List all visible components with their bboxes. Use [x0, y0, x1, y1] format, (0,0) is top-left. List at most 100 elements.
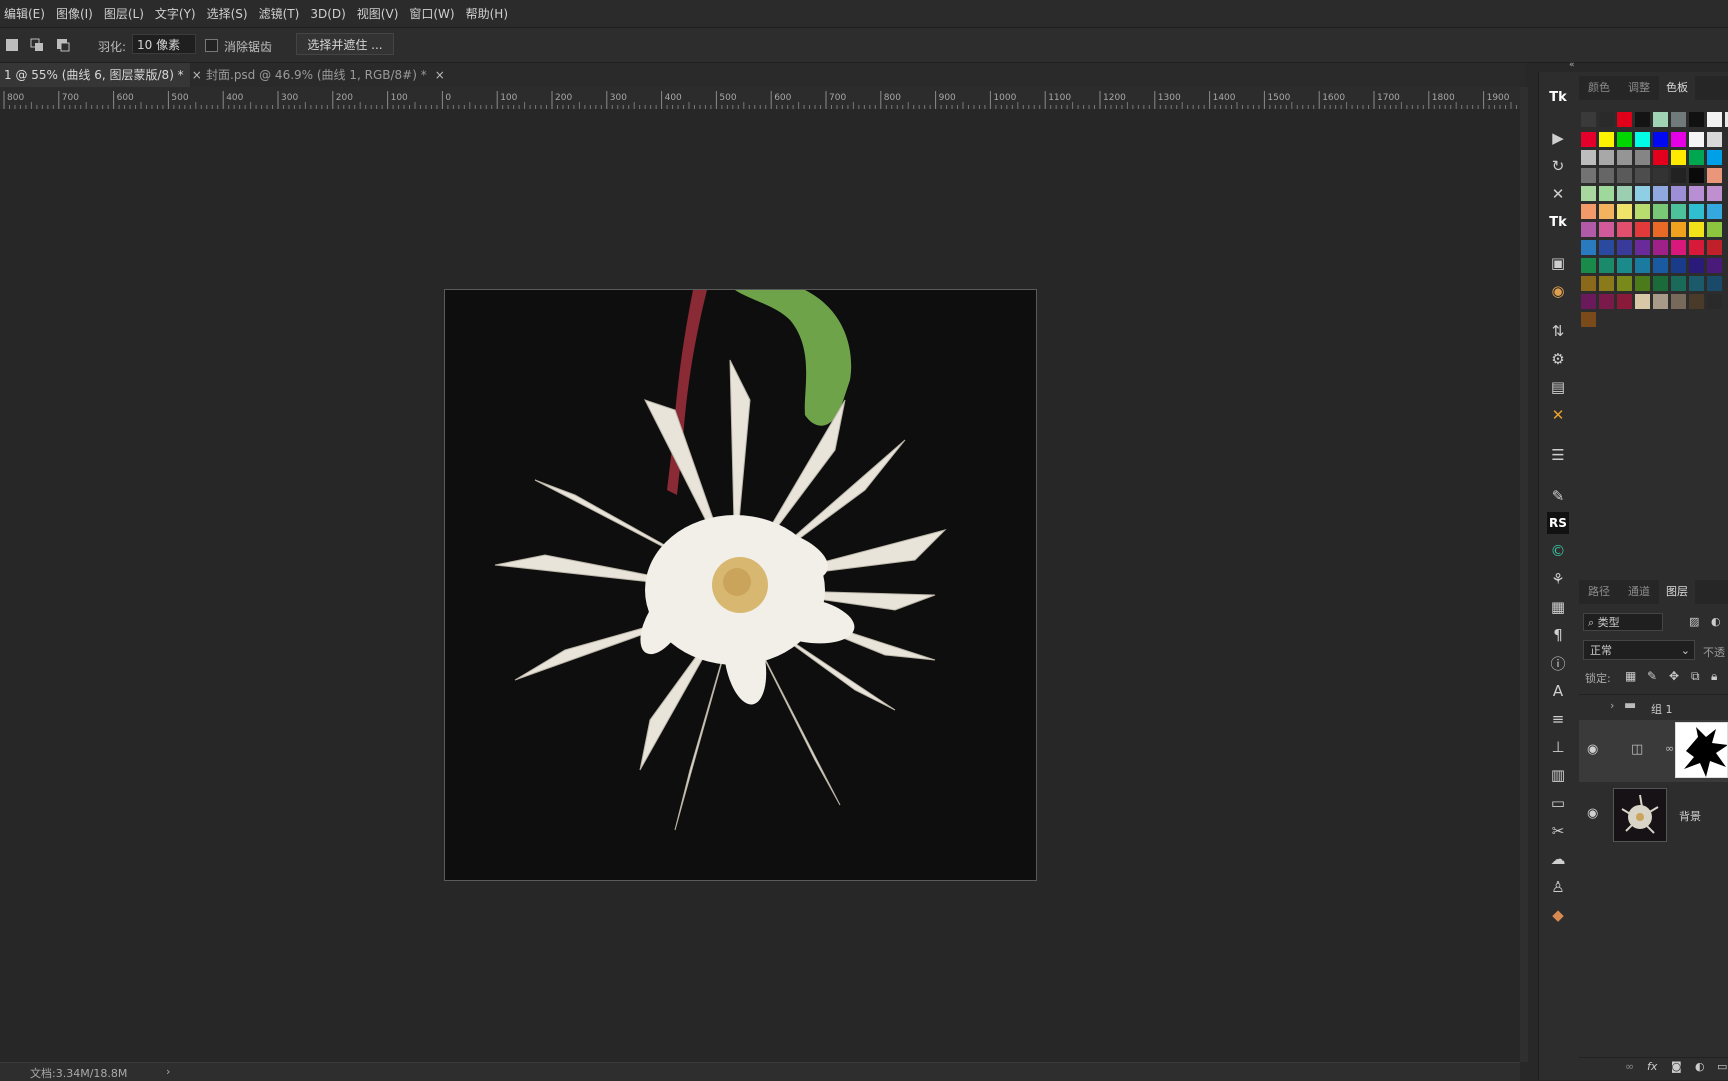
- tools-cross-icon[interactable]: ✕: [1547, 404, 1569, 426]
- new-group-icon[interactable]: ▭: [1717, 1060, 1727, 1073]
- color-swatch[interactable]: [1653, 294, 1668, 309]
- link-icon[interactable]: ∞: [1665, 742, 1674, 755]
- stamp-2-icon[interactable]: ⊥: [1547, 736, 1569, 758]
- cloud-icon[interactable]: ☁: [1547, 848, 1569, 870]
- close-icon[interactable]: ×: [192, 68, 202, 82]
- menu-filter[interactable]: 滤镜(T): [255, 5, 307, 22]
- layer-row-background[interactable]: ◉ 背景: [1579, 784, 1728, 846]
- color-swatch[interactable]: [1617, 258, 1632, 273]
- color-swatch[interactable]: [1653, 168, 1668, 183]
- color-swatch[interactable]: [1581, 258, 1596, 273]
- color-swatch[interactable]: [1689, 240, 1704, 255]
- color-swatch[interactable]: [1617, 150, 1632, 165]
- color-swatch[interactable]: [1617, 186, 1632, 201]
- color-swatch[interactable]: [1599, 258, 1614, 273]
- menu-edit[interactable]: 编辑(E): [0, 5, 52, 22]
- tk-icon[interactable]: Tk: [1547, 86, 1569, 108]
- layer-row-group[interactable]: › ▬ 组 1: [1579, 694, 1728, 721]
- sliders-icon[interactable]: ☰: [1547, 444, 1569, 466]
- image-filter-icon[interactable]: ▨: [1689, 615, 1699, 628]
- text-icon[interactable]: A: [1547, 680, 1569, 702]
- chevron-right-icon[interactable]: ›: [1610, 699, 1614, 712]
- color-swatch[interactable]: [1581, 294, 1596, 309]
- color-swatch[interactable]: [1599, 294, 1614, 309]
- color-swatch[interactable]: [1581, 222, 1596, 237]
- new-selection-icon[interactable]: [5, 38, 19, 52]
- tab-swatches[interactable]: 色板: [1659, 76, 1695, 100]
- color-swatch[interactable]: [1689, 168, 1704, 183]
- color-swatch[interactable]: [1689, 204, 1704, 219]
- color-swatch[interactable]: [1599, 112, 1614, 127]
- color-swatch[interactable]: [1707, 168, 1722, 183]
- play-icon[interactable]: ▶: [1547, 127, 1569, 149]
- menu-window[interactable]: 窗口(W): [405, 5, 461, 22]
- layout-icon[interactable]: ▥: [1547, 764, 1569, 786]
- link-layers-icon[interactable]: ∞: [1625, 1060, 1634, 1073]
- layer-filter-select[interactable]: ⌕ 类型: [1583, 613, 1663, 631]
- color-swatch[interactable]: [1653, 186, 1668, 201]
- tk-icon-2[interactable]: Tk: [1547, 211, 1569, 233]
- color-swatch[interactable]: [1635, 222, 1650, 237]
- document-image[interactable]: [444, 289, 1037, 881]
- color-swatch[interactable]: [1635, 112, 1650, 127]
- color-swatch[interactable]: [1671, 168, 1686, 183]
- color-swatch[interactable]: [1635, 276, 1650, 291]
- gear-sprite-icon[interactable]: ⚙: [1547, 348, 1569, 370]
- notes-icon[interactable]: ▭: [1547, 792, 1569, 814]
- color-swatch[interactable]: [1635, 150, 1650, 165]
- transform-icon[interactable]: ⇅: [1547, 320, 1569, 342]
- color-swatch[interactable]: [1635, 132, 1650, 147]
- paragraph-icon[interactable]: ¶: [1547, 624, 1569, 646]
- color-swatch[interactable]: [1707, 276, 1722, 291]
- color-swatch[interactable]: [1617, 276, 1632, 291]
- close-icon[interactable]: ×: [435, 68, 445, 82]
- horizontal-ruler[interactable]: 800 700 600 500 400 300 200 100 0 100 200 300 400 500…: [0, 87, 1520, 110]
- pen-path-icon[interactable]: ✎: [1547, 485, 1569, 507]
- color-swatch[interactable]: [1671, 150, 1686, 165]
- color-swatch[interactable]: [1581, 312, 1596, 327]
- color-swatch[interactable]: [1689, 294, 1704, 309]
- menu-select[interactable]: 选择(S): [203, 5, 255, 22]
- rs-icon[interactable]: RS: [1547, 512, 1569, 534]
- color-swatch[interactable]: [1653, 112, 1668, 127]
- tab-layers[interactable]: 图层: [1659, 580, 1695, 604]
- eye-icon[interactable]: ◉: [1587, 742, 1598, 757]
- tab-paths[interactable]: 路径: [1579, 580, 1619, 604]
- menu-view[interactable]: 视图(V): [353, 5, 406, 22]
- color-swatch[interactable]: [1581, 186, 1596, 201]
- color-swatch[interactable]: [1689, 222, 1704, 237]
- grid-icon[interactable]: ▦: [1547, 596, 1569, 618]
- color-swatch[interactable]: [1581, 276, 1596, 291]
- tab-channels[interactable]: 通道: [1619, 580, 1659, 604]
- color-swatch[interactable]: [1599, 204, 1614, 219]
- color-swatch[interactable]: [1635, 168, 1650, 183]
- filmstrip-icon[interactable]: ▤: [1547, 376, 1569, 398]
- color-swatch[interactable]: [1617, 112, 1632, 127]
- feather-input[interactable]: 10 像素: [132, 34, 196, 54]
- color-swatch[interactable]: [1581, 150, 1596, 165]
- color-swatch[interactable]: [1671, 240, 1686, 255]
- color-swatch[interactable]: [1653, 276, 1668, 291]
- color-swatch[interactable]: [1707, 150, 1722, 165]
- antialias-checkbox[interactable]: [205, 39, 218, 52]
- color-swatch[interactable]: [1617, 204, 1632, 219]
- menu-help[interactable]: 帮助(H): [462, 5, 515, 22]
- color-swatch[interactable]: [1581, 132, 1596, 147]
- menu-type[interactable]: 文字(Y): [151, 5, 203, 22]
- color-swatch[interactable]: [1653, 204, 1668, 219]
- info-icon[interactable]: ⓘ: [1547, 652, 1569, 674]
- tab-document-2[interactable]: 封面.psd @ 46.9% (曲线 1, RGB/8#) * ×: [202, 63, 445, 87]
- brush-cross-icon[interactable]: ✕: [1547, 183, 1569, 205]
- color-swatch[interactable]: [1671, 186, 1686, 201]
- vertical-scrollbar[interactable]: [1520, 87, 1528, 1062]
- add-selection-icon[interactable]: [30, 38, 44, 52]
- color-swatch[interactable]: [1653, 132, 1668, 147]
- color-swatch[interactable]: [1707, 222, 1722, 237]
- tab-color[interactable]: 颜色: [1579, 76, 1619, 100]
- color-swatch[interactable]: [1689, 186, 1704, 201]
- paint-icon[interactable]: ⚘: [1547, 568, 1569, 590]
- color-swatch[interactable]: [1653, 150, 1668, 165]
- color-swatch[interactable]: [1671, 258, 1686, 273]
- color-swatch[interactable]: [1653, 258, 1668, 273]
- menu-layer[interactable]: 图层(L): [100, 5, 151, 22]
